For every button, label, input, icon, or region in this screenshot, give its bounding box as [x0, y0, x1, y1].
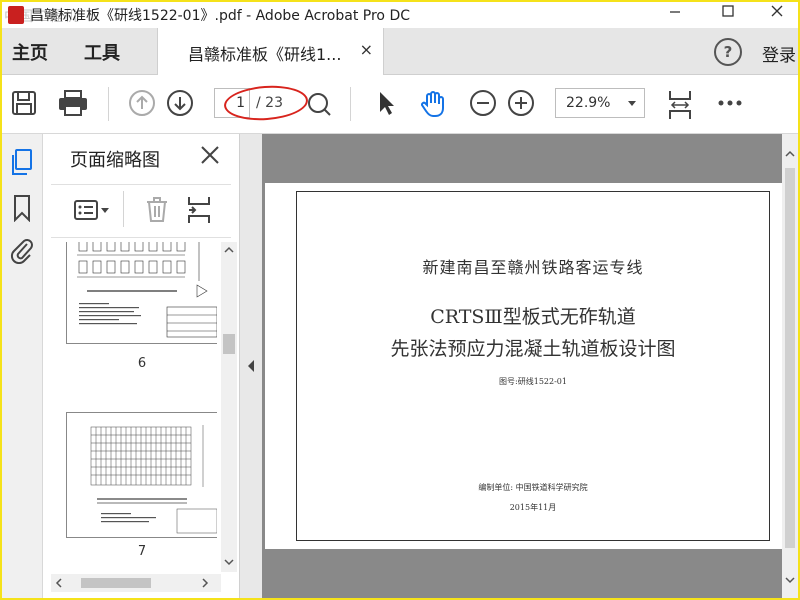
close-icon[interactable]: [754, 2, 798, 28]
more-options-icon[interactable]: [716, 89, 744, 117]
left-rail: [2, 134, 43, 598]
doc-date: 2015年11月: [509, 503, 557, 512]
page-thumbnail[interactable]: [66, 242, 217, 344]
home-tab[interactable]: 主页: [12, 39, 48, 65]
thumbnail-panel: 页面缩略图 6 7: [43, 134, 240, 598]
insert-page-icon[interactable]: [187, 195, 213, 229]
tab-close-icon[interactable]: ×: [360, 40, 373, 59]
title-bar: 中国工程机 昌赣标准板《研线1522-01》.pdf - Adobe Acrob…: [2, 2, 798, 28]
zoom-level-value: 22.9%: [566, 95, 611, 111]
doc-project-title: 新建南昌至赣州铁路客运专线: [422, 258, 644, 277]
minimize-icon[interactable]: [652, 2, 698, 28]
login-button[interactable]: 登录: [762, 41, 796, 66]
thumbnail-options-icon[interactable]: [73, 199, 111, 225]
chevron-down-icon: [628, 101, 636, 106]
panel-collapse-handle[interactable]: [240, 134, 262, 598]
save-icon[interactable]: [10, 89, 38, 117]
thumbnail-page-number: 7: [137, 544, 147, 559]
toolbar-divider: [108, 87, 109, 121]
doc-author: 编制单位: 中国铁道科学研究院: [478, 483, 588, 492]
acrobat-app-icon: [8, 6, 24, 24]
thumbnail-vertical-scrollbar[interactable]: [221, 242, 237, 572]
previous-page-icon[interactable]: [128, 89, 156, 117]
attachment-icon[interactable]: [10, 236, 34, 265]
select-cursor-icon[interactable]: [372, 89, 400, 117]
fit-width-icon[interactable]: [666, 89, 694, 119]
panel-divider: [123, 191, 124, 227]
panel-close-icon[interactable]: [199, 144, 221, 166]
maximize-icon[interactable]: [705, 2, 751, 28]
pdf-page: 新建南昌至赣州铁路客运专线 CRTSⅢ型板式无砟轨道 先张法预应力混凝土轨道板设…: [265, 183, 782, 549]
panel-title: 页面缩略图: [70, 150, 160, 171]
page-frame: 新建南昌至赣州铁路客运专线 CRTSⅢ型板式无砟轨道 先张法预应力混凝土轨道板设…: [296, 191, 770, 541]
document-tab[interactable]: 昌赣标准板《研线1... ×: [157, 28, 384, 75]
doc-main-title: CRTSⅢ型板式无砟轨道: [430, 306, 636, 328]
toolbar-divider: [350, 87, 351, 121]
tools-tab[interactable]: 工具: [84, 39, 120, 65]
thumbnail-page-number: 6: [137, 356, 147, 371]
zoom-out-icon[interactable]: [469, 89, 497, 117]
menu-bar: 主页 工具 昌赣标准板《研线1... × ? 登录: [2, 28, 798, 75]
page-thumbnail[interactable]: [66, 412, 217, 538]
document-view: 新建南昌至赣州铁路客运专线 CRTSⅢ型板式无砟轨道 先张法预应力混凝土轨道板设…: [262, 134, 798, 598]
delete-page-icon[interactable]: [145, 197, 169, 227]
doc-subtitle: 先张法预应力混凝土轨道板设计图: [390, 338, 676, 360]
document-tab-label: 昌赣标准板《研线1...: [188, 45, 342, 64]
zoom-search-icon[interactable]: [304, 89, 332, 117]
zoom-in-icon[interactable]: [507, 89, 535, 117]
thumbnail-horizontal-scrollbar[interactable]: [51, 574, 221, 592]
toolbar: 1 / 23 22.9%: [2, 75, 798, 134]
zoom-level-select[interactable]: 22.9%: [555, 88, 645, 118]
window-title: 昌赣标准板《研线1522-01》.pdf - Adobe Acrobat Pro…: [30, 8, 410, 24]
doc-drawing-number: 图号:研线1522-01: [499, 377, 567, 386]
bookmark-icon[interactable]: [10, 194, 34, 223]
thumbnail-list: 6 7: [51, 242, 217, 572]
document-vertical-scrollbar[interactable]: [782, 134, 798, 598]
next-page-icon[interactable]: [166, 89, 194, 117]
app-window: 中国工程机 昌赣标准板《研线1522-01》.pdf - Adobe Acrob…: [0, 0, 800, 600]
help-icon[interactable]: ?: [714, 38, 742, 66]
print-icon[interactable]: [57, 89, 89, 117]
page-thumbnails-icon[interactable]: [10, 148, 34, 175]
panel-toolbar: [51, 184, 231, 238]
hand-tool-icon[interactable]: [418, 89, 446, 117]
